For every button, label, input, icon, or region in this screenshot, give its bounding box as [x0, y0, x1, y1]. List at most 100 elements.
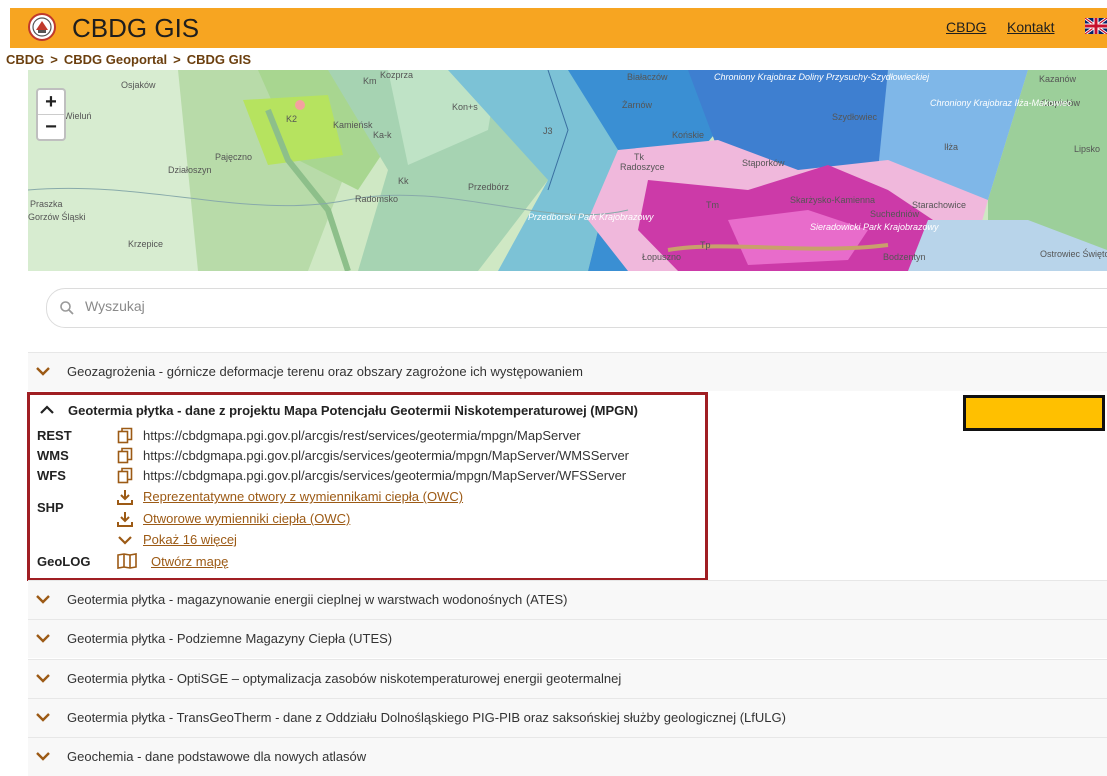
map-label: Osjaków: [121, 80, 156, 90]
map-label: Przedborski Park Krajobrazowy: [528, 212, 654, 222]
breadcrumb-item-geoportal[interactable]: CBDG Geoportal: [64, 52, 167, 67]
map-label: Szydłowiec: [832, 112, 878, 122]
layer-row-label: Geozagrożenia - górnicze deformacje tere…: [67, 364, 583, 379]
breadcrumb-item-cbdg[interactable]: CBDG: [6, 52, 44, 67]
copy-icon[interactable]: [117, 467, 133, 484]
map-label: Chroniony Krajobraz Doliny Przysuchy-Szy…: [714, 72, 930, 82]
app-header: CBDG GIS CBDG Kontakt: [10, 8, 1107, 48]
map-label: Kon+s: [452, 102, 478, 112]
layer-row-label: Geochemia - dane podstawowe dla nowych a…: [67, 749, 367, 764]
map-label: Starachowice: [912, 200, 966, 210]
chevron-down-icon: [36, 713, 50, 722]
chevron-down-icon: [36, 367, 50, 376]
download-icon: [117, 512, 133, 527]
map-label: Iłża: [944, 142, 958, 152]
map-label: Białaczów: [627, 72, 668, 82]
show-more-link[interactable]: Pokaż 16 więcej: [143, 532, 237, 547]
map-label: Lipsko: [1074, 144, 1100, 154]
map-label: Kazanów: [1039, 74, 1077, 84]
map-view[interactable]: Osjaków Wieluń Pajęczno Działoszyn Prasz…: [28, 70, 1107, 271]
map-label: J3: [543, 126, 553, 136]
map-label: Wieluń: [64, 111, 92, 121]
chevron-down-icon: [118, 536, 132, 545]
breadcrumb: CBDG > CBDG Geoportal > CBDG GIS: [6, 52, 251, 67]
map-label: Kozprza: [380, 70, 413, 80]
map-label: Radomsko: [355, 194, 398, 204]
shp-link-otworowe-wymienniki[interactable]: Otworowe wymienniki ciepła (OWC): [143, 511, 350, 526]
service-label-rest: REST: [37, 428, 72, 443]
map-label: Kamieńsk: [333, 120, 373, 130]
map-label: Działoszyn: [168, 165, 212, 175]
map-label: Suchedniów: [870, 209, 920, 219]
chevron-down-icon: [36, 752, 50, 761]
chevron-down-icon: [36, 674, 50, 683]
chevron-up-icon[interactable]: [40, 405, 54, 415]
layer-row-ates[interactable]: Geotermia płytka - magazynowanie energii…: [28, 580, 1107, 619]
search-input[interactable]: [83, 297, 987, 315]
service-url-wfs: https://cbdgmapa.pgi.gov.pl/arcgis/servi…: [143, 468, 627, 483]
map-book-icon: [117, 553, 137, 569]
map-label: Tp: [700, 240, 711, 250]
service-label-geolog: GeoLOG: [37, 554, 91, 569]
zoom-out-button[interactable]: −: [38, 114, 64, 139]
kontakt-link[interactable]: Kontakt: [1007, 19, 1054, 35]
breadcrumb-item-gis[interactable]: CBDG GIS: [187, 52, 251, 67]
map-label: Km: [363, 76, 377, 86]
layer-row-label: Geotermia płytka - Podziemne Magazyny Ci…: [67, 631, 393, 646]
map-label: Żarnów: [622, 100, 653, 110]
map-label: K2: [286, 114, 297, 124]
highlight-marker: [963, 395, 1105, 431]
copy-icon[interactable]: [117, 447, 133, 464]
map-label: Krzepice: [128, 239, 163, 249]
layer-row-optisge[interactable]: Geotermia płytka - OptiSGE – optymalizac…: [28, 659, 1107, 698]
search-icon: [60, 301, 74, 315]
copy-icon[interactable]: [117, 427, 133, 444]
chevron-down-icon: [36, 634, 50, 643]
map-label: Bodzentyn: [883, 252, 926, 262]
chevron-down-icon: [36, 595, 50, 604]
map-label: Skarżysko-Kamienna: [790, 195, 875, 205]
layer-row-geozagrozenia[interactable]: Geozagrożenia - górnicze deformacje tere…: [28, 352, 1107, 391]
app-title: CBDG GIS: [72, 13, 200, 43]
geologic-map: Osjaków Wieluń Pajęczno Działoszyn Prasz…: [28, 70, 1107, 271]
map-label: Ostrowiec Świętokrzyski: [1040, 248, 1107, 259]
service-label-wms: WMS: [37, 448, 69, 463]
layer-row-geochemia[interactable]: Geochemia - dane podstawowe dla nowych a…: [28, 737, 1107, 776]
zoom-in-button[interactable]: +: [38, 90, 64, 114]
expanded-layer-title[interactable]: Geotermia płytka - dane z projektu Mapa …: [68, 403, 638, 418]
map-label: Kk: [398, 176, 409, 186]
map-label: Sieradowicki Park Krajobrazowy: [810, 222, 939, 232]
service-url-rest: https://cbdgmapa.pgi.gov.pl/arcgis/rest/…: [143, 428, 581, 443]
english-flag-icon[interactable]: [1085, 18, 1107, 34]
layer-row-label: Geotermia płytka - TransGeoTherm - dane …: [67, 710, 786, 725]
layer-row-transgeotherm[interactable]: Geotermia płytka - TransGeoTherm - dane …: [28, 698, 1107, 737]
download-icon: [117, 490, 133, 505]
search-box: [46, 288, 1107, 328]
expanded-layer-panel: Geotermia płytka - dane z projektu Mapa …: [27, 392, 708, 581]
map-label: Chroniony Krajobraz Iłża-Makowiec: [930, 98, 1072, 108]
layer-row-label: Geotermia płytka - magazynowanie energii…: [67, 592, 568, 607]
service-label-shp: SHP: [37, 500, 64, 515]
breadcrumb-separator: >: [50, 52, 58, 67]
map-label: Stąporków: [742, 158, 785, 168]
cbdg-link[interactable]: CBDG: [946, 19, 986, 35]
map-label: Radoszyce: [620, 162, 665, 172]
shp-link-reprezentatywne-otwory[interactable]: Reprezentatywne otwory z wymiennikami ci…: [143, 489, 463, 504]
service-url-wms: https://cbdgmapa.pgi.gov.pl/arcgis/servi…: [143, 448, 630, 463]
service-label-wfs: WFS: [37, 468, 66, 483]
map-label: Przedbórz: [468, 182, 510, 192]
map-zoom-control: + −: [36, 88, 66, 141]
geolog-open-map-link[interactable]: Otwórz mapę: [151, 554, 228, 569]
map-label: Tm: [706, 200, 719, 210]
cbdg-logo-icon: [28, 13, 56, 41]
layer-row-label: Geotermia płytka - OptiSGE – optymalizac…: [67, 671, 622, 686]
map-label: Pajęczno: [215, 152, 252, 162]
map-label: Tk: [634, 152, 644, 162]
map-label: Praszka: [30, 199, 63, 209]
layer-row-utes[interactable]: Geotermia płytka - Podziemne Magazyny Ci…: [28, 619, 1107, 658]
map-label: Końskie: [672, 130, 704, 140]
breadcrumb-separator: >: [173, 52, 181, 67]
map-label: Ka-k: [373, 130, 392, 140]
map-label: Łopuszno: [642, 252, 681, 262]
map-label: Gorzów Śląski: [28, 211, 86, 222]
